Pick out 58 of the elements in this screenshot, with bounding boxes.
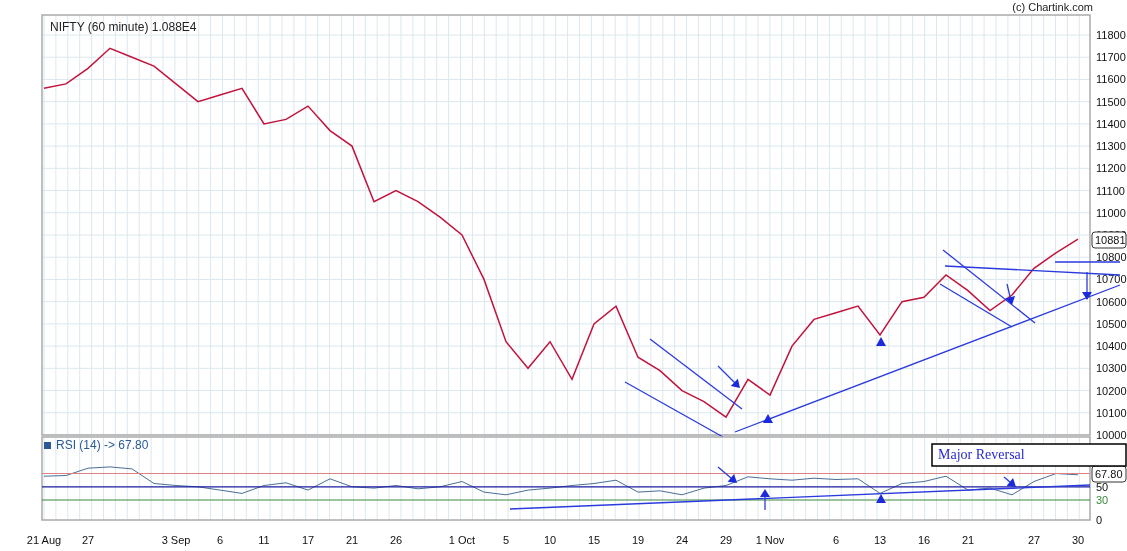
axis-label: 17 xyxy=(301,534,315,546)
legend-label: RSI (14) -> 67.80 xyxy=(56,438,149,452)
axis-label: 10800 xyxy=(1096,251,1127,264)
axis-label: 1 Oct xyxy=(448,534,476,546)
axis-label: 10400 xyxy=(1096,340,1127,353)
triangle-marker xyxy=(876,337,886,346)
axis-label: 11300 xyxy=(1096,140,1126,153)
axis-label: 10300 xyxy=(1096,362,1127,375)
arrow-drawing xyxy=(1005,283,1015,305)
arrow-drawing xyxy=(1003,476,1016,487)
axis-label: 10600 xyxy=(1096,295,1127,308)
axis-label: 30 xyxy=(1071,534,1085,546)
axis-label: 10700 xyxy=(1096,273,1127,286)
axis-label: 6 xyxy=(216,534,224,546)
axis-label: 21 xyxy=(961,534,975,546)
trend-line xyxy=(1054,261,1121,263)
triangle-marker xyxy=(763,414,773,423)
axis-label: 10200 xyxy=(1096,384,1127,397)
axis-label: 21 Aug xyxy=(26,534,62,546)
axis-label: 10 xyxy=(543,534,557,546)
axis-label: 11800 xyxy=(1096,29,1126,41)
axis-label: 10500 xyxy=(1096,317,1127,330)
axis-label: 6 xyxy=(832,534,840,546)
axis-label: 5 xyxy=(502,534,510,546)
arrow-drawing xyxy=(760,489,770,511)
axis-label: 11 xyxy=(258,534,270,546)
axis-label: 19 xyxy=(631,534,645,546)
axis-label: 11100 xyxy=(1096,184,1125,197)
axis-label: 1 Nov xyxy=(755,534,785,546)
axis-label: 10100 xyxy=(1096,406,1127,419)
axis-label: 11600 xyxy=(1096,73,1126,86)
axis-label: 21 xyxy=(345,534,359,546)
chart-title: NIFTY (60 minute) 1.088E4 xyxy=(50,20,197,34)
axis-label: 27 xyxy=(81,534,95,546)
axis-label: 10000 xyxy=(1096,429,1127,441)
legend-swatch xyxy=(44,442,51,449)
axis-label: 29 xyxy=(719,534,733,546)
axis-label: 16 xyxy=(917,534,931,546)
arrow-drawing xyxy=(717,466,737,483)
axis-label: 11500 xyxy=(1096,95,1126,108)
axis-label: 30 xyxy=(1096,494,1109,507)
axis-label: 27 xyxy=(1027,534,1041,546)
axis-label: 24 xyxy=(675,534,689,546)
triangle-marker xyxy=(876,494,886,503)
axis-label: 50 xyxy=(1096,480,1109,493)
axis-label: 11000 xyxy=(1096,206,1126,219)
axis-label: 0 xyxy=(1096,514,1103,526)
axis-label: 3 Sep xyxy=(161,534,191,546)
annotation-box: Major Reversal xyxy=(931,443,1127,467)
axis-label: 15 xyxy=(587,534,601,546)
arrow-drawing xyxy=(1082,271,1092,300)
axis-label: 11700 xyxy=(1096,51,1126,64)
axis-label: 26 xyxy=(389,534,403,546)
axis-label: 13 xyxy=(873,534,887,546)
axis-label: 11200 xyxy=(1096,162,1126,175)
arrow-drawing xyxy=(717,365,740,388)
axis-label: 11400 xyxy=(1096,117,1126,130)
copyright-text: (c) Chartink.com xyxy=(1012,0,1093,14)
